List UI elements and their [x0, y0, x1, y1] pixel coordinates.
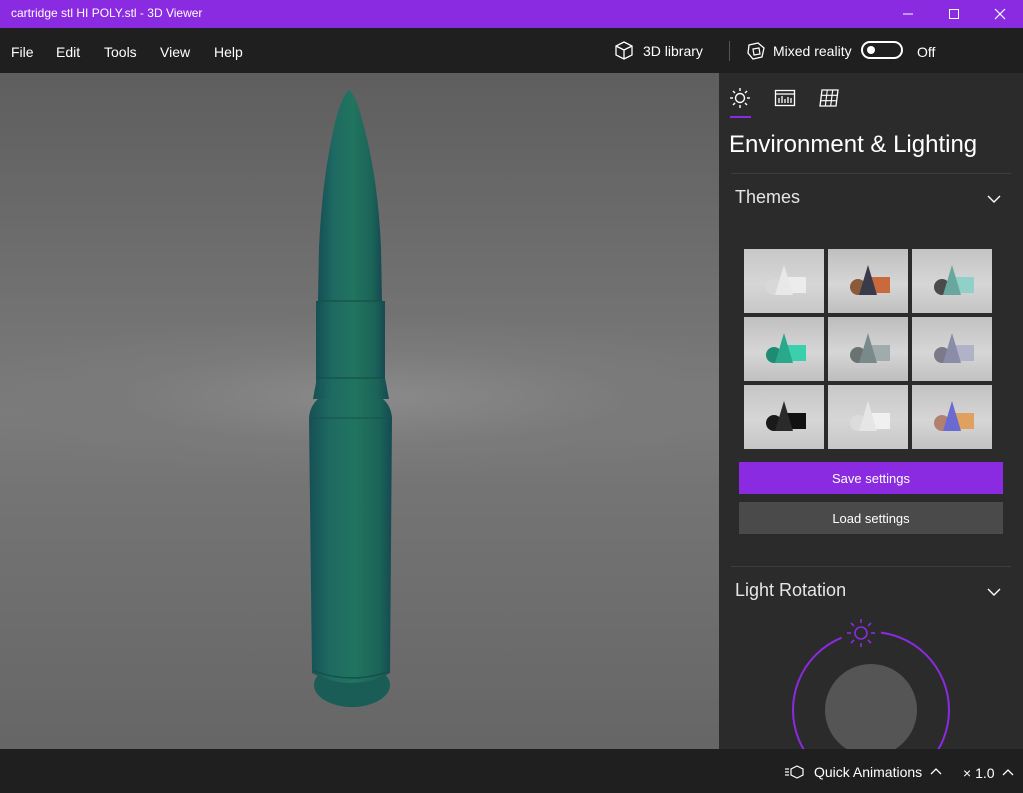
chevron-down-icon[interactable] [986, 584, 1002, 600]
menu-edit[interactable]: Edit [56, 44, 80, 60]
tab-environment-lighting[interactable] [729, 87, 751, 109]
chevron-up-icon [930, 768, 942, 775]
panel-title: Environment & Lighting [729, 131, 978, 158]
toolbar-divider [729, 41, 730, 61]
quick-animations-button[interactable]: Quick Animations [785, 764, 942, 780]
theme-preview-shapes [934, 265, 974, 295]
chevron-up-icon[interactable] [1002, 768, 1014, 778]
menu-tools[interactable]: Tools [104, 44, 137, 60]
theme-preview-shapes [766, 333, 806, 363]
divider [731, 173, 1011, 174]
light-rotation-heading[interactable]: Light Rotation [735, 580, 846, 601]
theme-preview-shapes [850, 333, 890, 363]
quick-animations-label: Quick Animations [814, 764, 923, 780]
cube-icon [615, 41, 633, 60]
light-sun-handle[interactable] [841, 613, 881, 653]
theme-preview-shapes [766, 265, 806, 295]
title-bar: cartridge stl HI POLY.stl - 3D Viewer [0, 0, 1023, 28]
status-bar: Quick Animations × 1.0 [0, 749, 1023, 793]
mixed-reality-button[interactable]: Mixed reality [745, 40, 852, 62]
library-label: 3D library [643, 43, 703, 59]
cartridge-case [309, 399, 392, 683]
mixed-reality-toggle[interactable] [861, 41, 903, 59]
speed-value[interactable]: × 1.0 [963, 765, 995, 781]
active-tab-indicator [730, 116, 751, 118]
3d-viewport[interactable] [0, 73, 719, 749]
theme-thumbnail[interactable] [744, 385, 824, 449]
theme-preview-shapes [934, 333, 974, 363]
close-icon [994, 8, 1006, 20]
save-settings-button[interactable]: Save settings [739, 462, 1003, 494]
menu-help[interactable]: Help [214, 44, 243, 60]
minimize-icon [903, 13, 913, 15]
light-rotation-dial[interactable] [779, 613, 969, 749]
theme-thumbnail[interactable] [828, 385, 908, 449]
animation-icon [785, 765, 804, 779]
theme-thumbnail[interactable] [912, 317, 992, 381]
menu-bar: File Edit Tools View Help 3D library Mix… [0, 28, 1023, 73]
menu-file[interactable]: File [11, 44, 34, 60]
theme-thumbnail[interactable] [828, 317, 908, 381]
themes-grid [744, 249, 994, 451]
load-settings-button[interactable]: Load settings [739, 502, 1003, 534]
theme-thumbnail[interactable] [912, 249, 992, 313]
chevron-down-icon[interactable] [986, 191, 1002, 207]
library-button[interactable]: 3D library [613, 40, 703, 62]
toggle-knob [867, 46, 875, 54]
sun-icon [730, 88, 750, 108]
themes-heading[interactable]: Themes [735, 187, 800, 208]
mixed-reality-icon [747, 42, 765, 60]
cartridge-shoulder [313, 378, 389, 399]
theme-thumbnail[interactable] [828, 249, 908, 313]
theme-thumbnail[interactable] [912, 385, 992, 449]
cartridge-model[interactable] [0, 73, 719, 749]
tab-stats-shading[interactable] [774, 87, 796, 109]
environment-panel: Environment & Lighting Themes Save setti… [719, 73, 1023, 749]
window-title: cartridge stl HI POLY.stl - 3D Viewer [11, 6, 203, 20]
theme-preview-shapes [766, 401, 806, 431]
maximize-button[interactable] [931, 0, 977, 28]
close-button[interactable] [977, 0, 1023, 28]
tab-mesh[interactable] [818, 87, 840, 109]
theme-thumbnail[interactable] [744, 317, 824, 381]
cartridge-neck [316, 301, 385, 379]
theme-preview-shapes [850, 265, 890, 295]
mixed-reality-state: Off [917, 44, 936, 60]
mixed-reality-label: Mixed reality [773, 43, 852, 59]
divider [731, 566, 1011, 567]
theme-thumbnail[interactable] [744, 249, 824, 313]
stats-icon [774, 89, 796, 107]
menu-view[interactable]: View [160, 44, 190, 60]
maximize-icon [949, 9, 959, 19]
theme-preview-shapes [850, 401, 890, 431]
cartridge-bullet [318, 90, 382, 301]
grid-icon [819, 89, 839, 107]
minimize-button[interactable] [885, 0, 931, 28]
theme-preview-shapes [934, 401, 974, 431]
